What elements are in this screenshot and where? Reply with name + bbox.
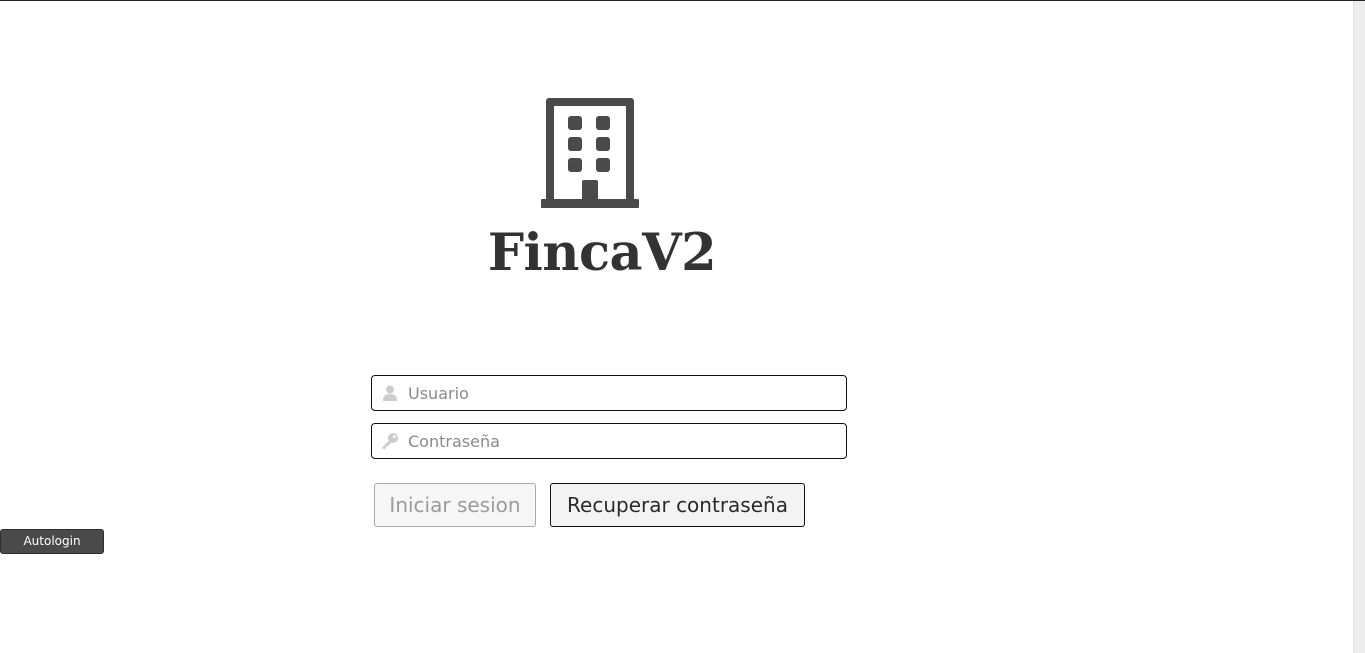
page-scrollbar[interactable] xyxy=(1353,1,1365,653)
username-input[interactable] xyxy=(408,380,833,406)
key-icon xyxy=(382,433,398,449)
autologin-button[interactable]: Autologin xyxy=(0,529,104,554)
username-field[interactable] xyxy=(371,375,847,411)
password-field[interactable] xyxy=(371,423,847,459)
recover-password-button[interactable]: Recuperar contraseña xyxy=(550,483,805,527)
app-title: FincaV2 xyxy=(487,223,717,283)
building-icon xyxy=(541,98,639,208)
password-input[interactable] xyxy=(408,428,833,454)
window-top-border xyxy=(0,0,1365,1)
login-button[interactable]: Iniciar sesion xyxy=(374,483,536,527)
user-icon xyxy=(383,385,397,401)
